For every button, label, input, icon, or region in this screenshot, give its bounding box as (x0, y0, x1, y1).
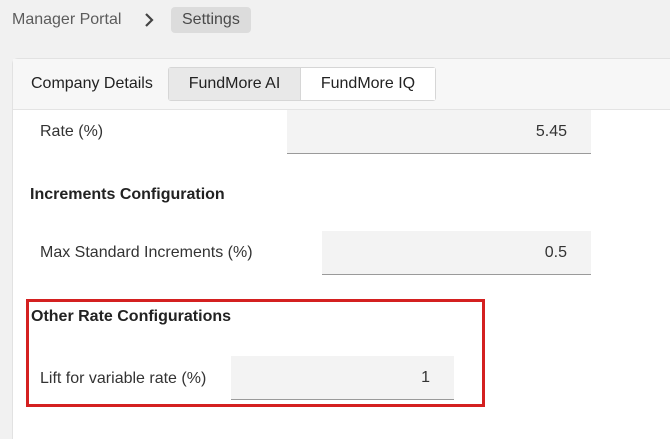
rate-input[interactable]: 5.45 (287, 110, 591, 154)
chevron-right-icon (145, 13, 154, 27)
tab-fundmore-ai[interactable]: FundMore AI (169, 68, 301, 100)
tab-group: FundMore AI FundMore IQ (168, 67, 436, 101)
breadcrumb: Manager Portal Settings (0, 0, 670, 42)
tab-fundmore-iq[interactable]: FundMore IQ (301, 68, 435, 100)
tab-company-details[interactable]: Company Details (31, 75, 153, 93)
breadcrumb-settings[interactable]: Settings (171, 7, 251, 33)
tab-bar: Company Details FundMore AI FundMore IQ (13, 59, 670, 110)
breadcrumb-manager-portal[interactable]: Manager Portal (12, 11, 121, 29)
max-standard-increments-input[interactable]: 0.5 (322, 231, 591, 275)
rate-label: Rate (%) (40, 123, 104, 140)
highlight-box (26, 299, 485, 407)
max-standard-increments-label: Max Standard Increments (%) (40, 244, 253, 261)
increments-configuration-heading: Increments Configuration (30, 186, 225, 203)
